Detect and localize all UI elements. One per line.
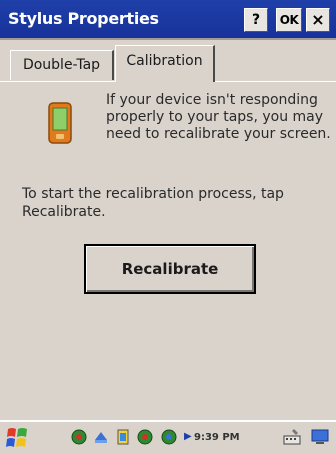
desktop-icon[interactable] <box>310 427 330 447</box>
bluetooth-icon[interactable] <box>92 428 110 446</box>
wireless-icon[interactable] <box>136 428 154 446</box>
tab-divider <box>0 81 115 82</box>
tab-strip: Double-Tap Calibration <box>0 40 336 82</box>
pda-device-icon <box>48 102 72 144</box>
tray-arrow-icon: ▶ <box>184 431 192 442</box>
help-button[interactable]: ? <box>244 8 268 32</box>
ok-button[interactable]: OK <box>276 8 302 32</box>
network-icon[interactable] <box>70 428 88 446</box>
instruction-text: To start the recalibration process, tap … <box>22 186 284 220</box>
close-button[interactable]: × <box>306 8 330 32</box>
calibration-info-text: If your device isn't responding properly… <box>106 92 331 142</box>
tab-double-tap[interactable]: Double-Tap <box>10 50 114 80</box>
title-bar: Stylus Properties ? OK × <box>0 0 336 40</box>
recalibrate-button[interactable]: Recalibrate <box>84 244 256 294</box>
taskbar: ▶ 9:39 PM <box>0 420 336 454</box>
window-title: Stylus Properties <box>8 9 159 28</box>
sync-icon[interactable] <box>160 428 178 446</box>
battery-icon[interactable] <box>114 428 132 446</box>
tab-calibration[interactable]: Calibration <box>115 45 215 82</box>
tab-divider <box>215 81 336 82</box>
windows-start-icon[interactable] <box>5 425 31 451</box>
input-panel-icon[interactable] <box>282 427 302 447</box>
clock[interactable]: 9:39 PM <box>194 430 240 446</box>
